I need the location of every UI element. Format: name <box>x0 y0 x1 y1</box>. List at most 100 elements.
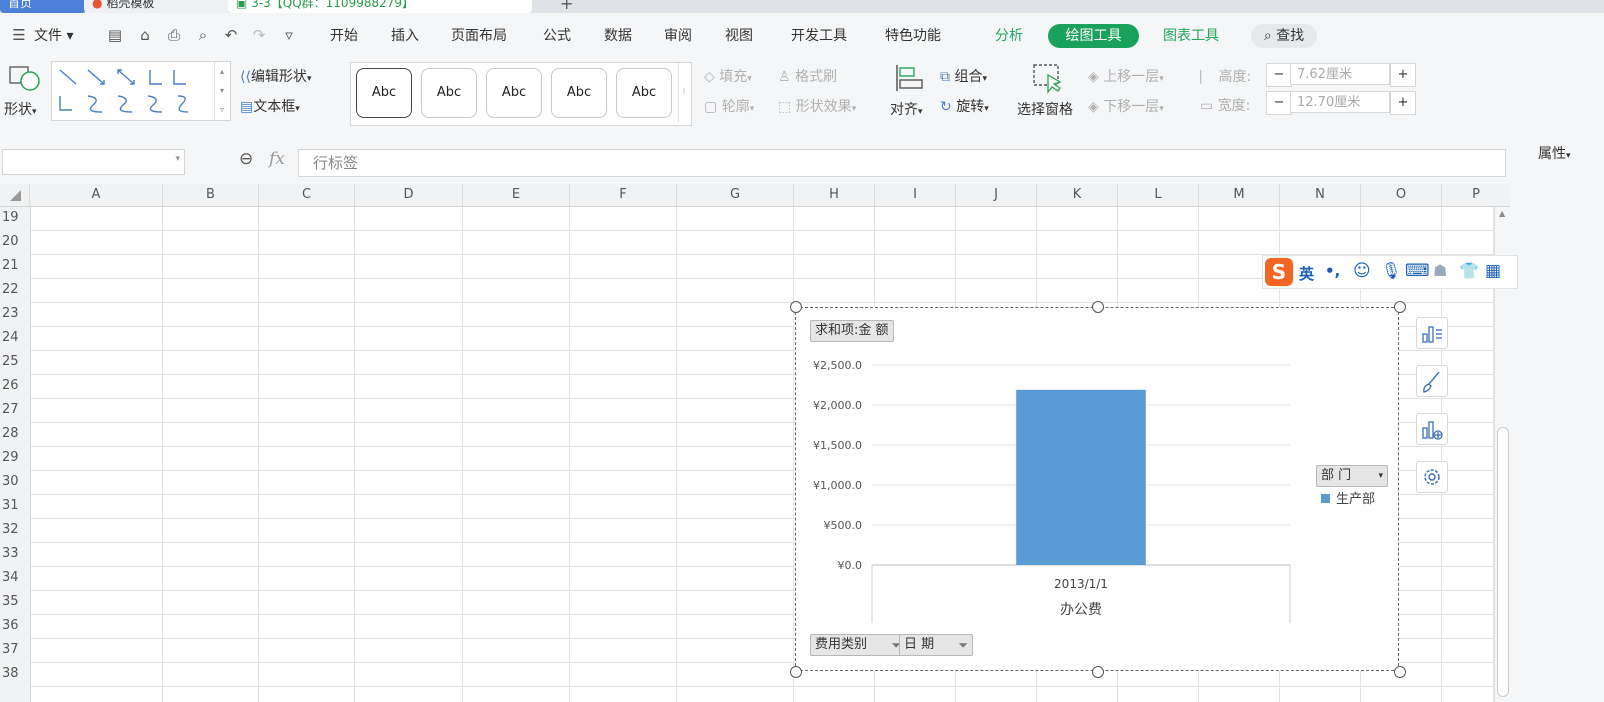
gallery-scroll-icon[interactable]: ▴ ▾ ▿ <box>214 62 229 120</box>
chart-elements-button[interactable] <box>1416 317 1448 349</box>
row-number[interactable]: 36 <box>0 618 32 633</box>
edit-shape-button[interactable]: ⟨⟨编辑形状▾ <box>240 66 311 86</box>
format-painter-icon[interactable]: ⌂ <box>136 26 154 44</box>
height-increase-button[interactable]: + <box>1390 63 1416 87</box>
new-tab-icon[interactable]: + <box>560 0 573 13</box>
print-preview-icon[interactable]: ⌕ <box>194 26 212 44</box>
formula-input[interactable]: 行标签 <box>298 149 1506 177</box>
column-header-cell[interactable]: I <box>875 184 956 206</box>
menu-drawing-tools[interactable]: 绘图工具 <box>1048 24 1139 48</box>
row-number[interactable]: 19 <box>0 210 32 225</box>
align-button[interactable]: 对齐▾ <box>890 99 923 119</box>
menu-developer-tools[interactable]: 开发工具 <box>791 27 847 45</box>
width-input[interactable]: 12.70厘米 <box>1290 91 1390 113</box>
group-button[interactable]: ⧉ 组合▾ <box>940 66 987 86</box>
menu-data[interactable]: 数据 <box>604 27 632 45</box>
zoom-formula-icon[interactable]: ⊖ <box>239 149 253 169</box>
hamburger-menu-icon[interactable]: ☰ <box>10 26 28 44</box>
name-box-dropdown-icon[interactable]: ▾ <box>175 154 180 164</box>
column-header-cell[interactable]: G <box>677 184 794 206</box>
chart-settings-button[interactable] <box>1416 461 1448 493</box>
menu-special-features[interactable]: 特色功能 <box>885 27 941 45</box>
shape-style-2[interactable]: Abc <box>421 68 477 118</box>
resize-handle-top-left[interactable] <box>790 301 802 313</box>
tab-template[interactable]: ● 稻壳模板 <box>84 0 230 13</box>
height-decrease-button[interactable]: − <box>1266 63 1292 87</box>
undo-icon[interactable]: ↶ <box>222 26 240 44</box>
shapes-button[interactable]: 形状▾ <box>4 99 37 119</box>
menu-file[interactable]: 文件 ▾ <box>34 27 73 45</box>
menu-view[interactable]: 视图 <box>725 27 753 45</box>
filter-field-button-date[interactable]: 日 期 ⏷ <box>899 634 973 656</box>
row-number[interactable]: 25 <box>0 354 32 369</box>
menu-page-layout[interactable]: 页面布局 <box>451 27 507 45</box>
menu-start[interactable]: 开始 <box>330 27 358 45</box>
value-field-button[interactable]: 求和项:金 额 <box>810 320 894 342</box>
rotate-button[interactable]: ↻ 旋转▾ <box>940 96 989 116</box>
menu-review[interactable]: 审阅 <box>664 27 692 45</box>
scrollbar-thumb[interactable] <box>1497 427 1509 697</box>
column-header-cell[interactable]: L <box>1118 184 1199 206</box>
column-header-cell[interactable]: D <box>355 184 463 206</box>
row-number[interactable]: 21 <box>0 258 32 273</box>
menu-insert[interactable]: 插入 <box>391 27 419 45</box>
row-number[interactable]: 38 <box>0 666 32 681</box>
customize-quick-access-icon[interactable]: ▿ <box>280 26 298 44</box>
row-number[interactable]: 23 <box>0 306 32 321</box>
column-header-cell[interactable]: A <box>30 184 163 206</box>
properties-button[interactable]: 属性▾ <box>1538 143 1571 163</box>
shape-style-1[interactable]: Abc <box>356 68 412 118</box>
filter-funnel-icon[interactable]: ⏷ <box>958 635 968 655</box>
chart-filter-button[interactable] <box>1416 413 1448 445</box>
legend-field-button[interactable]: 部 门 ▾ <box>1316 465 1388 487</box>
shape-style-3[interactable]: Abc <box>486 68 542 118</box>
resize-handle-top[interactable] <box>1092 301 1104 313</box>
legend-field-dropdown-icon[interactable]: ▾ <box>1378 466 1383 486</box>
shape-style-5[interactable]: Abc <box>616 68 672 118</box>
shape-effects-button[interactable]: ⬚ 形状效果▾ <box>778 96 856 116</box>
selection-pane-button[interactable]: 选择窗格 <box>1017 99 1073 119</box>
row-number[interactable]: 28 <box>0 426 32 441</box>
row-number[interactable]: 26 <box>0 378 32 393</box>
toolbox-grid-icon[interactable]: ▦ <box>1485 261 1501 281</box>
skin-shirt-icon[interactable]: 👕 <box>1459 261 1479 280</box>
corner-cell[interactable] <box>0 184 30 206</box>
save-icon[interactable]: ▤ <box>106 26 124 44</box>
tab-active-file[interactable]: ▣ 3-3【QQ群：1109988279】 <box>228 0 532 13</box>
user-icon[interactable]: ☗ <box>1433 261 1447 280</box>
fill-button[interactable]: ◇ 填充▾ <box>704 66 752 86</box>
row-number[interactable]: 30 <box>0 474 32 489</box>
send-backward-button[interactable]: ◈ 下移一层▾ <box>1088 96 1164 116</box>
search-button[interactable]: ⌕ 查找 <box>1251 24 1317 48</box>
menu-chart-tools[interactable]: 图表工具 <box>1163 27 1219 45</box>
style-gallery-scroll-icon[interactable]: ⁞ <box>678 63 689 123</box>
column-header-cell[interactable]: H <box>794 184 875 206</box>
row-number[interactable]: 24 <box>0 330 32 345</box>
row-number[interactable]: 20 <box>0 234 32 249</box>
scroll-up-icon[interactable]: ▲ <box>1499 209 1505 218</box>
resize-handle-bottom[interactable] <box>1092 666 1104 678</box>
redo-icon[interactable]: ↷ <box>250 26 268 44</box>
resize-handle-bottom-right[interactable] <box>1394 666 1406 678</box>
fx-icon[interactable]: fx <box>269 149 285 169</box>
width-increase-button[interactable]: + <box>1390 91 1416 115</box>
column-header-cell[interactable]: J <box>956 184 1037 206</box>
row-number[interactable]: 33 <box>0 546 32 561</box>
pivot-chart[interactable]: ¥2,500.0 ¥2,000.0 ¥1,500.0 ¥1,000.0 ¥500.0 ¥0… <box>795 307 1399 671</box>
column-header-cell[interactable]: P <box>1442 184 1510 206</box>
row-number[interactable]: 31 <box>0 498 32 513</box>
resize-handle-bottom-left[interactable] <box>790 666 802 678</box>
row-number[interactable]: 37 <box>0 642 32 657</box>
microphone-icon[interactable]: 🎙 <box>1381 261 1401 280</box>
column-header-cell[interactable]: C <box>259 184 355 206</box>
row-number[interactable]: 35 <box>0 594 32 609</box>
column-header-cell[interactable]: M <box>1199 184 1280 206</box>
column-header-cell[interactable]: N <box>1280 184 1361 206</box>
outline-button[interactable]: ▢ 轮廓▾ <box>704 96 754 116</box>
keyboard-icon[interactable]: ⌨ <box>1405 261 1430 281</box>
filter-field-button-category[interactable]: 费用类别 ⏷ <box>810 634 906 656</box>
column-header-cell[interactable]: B <box>163 184 259 206</box>
row-number[interactable]: 29 <box>0 450 32 465</box>
print-icon[interactable]: ⎙ <box>165 26 183 44</box>
emoji-icon[interactable]: ☺ <box>1353 261 1371 281</box>
